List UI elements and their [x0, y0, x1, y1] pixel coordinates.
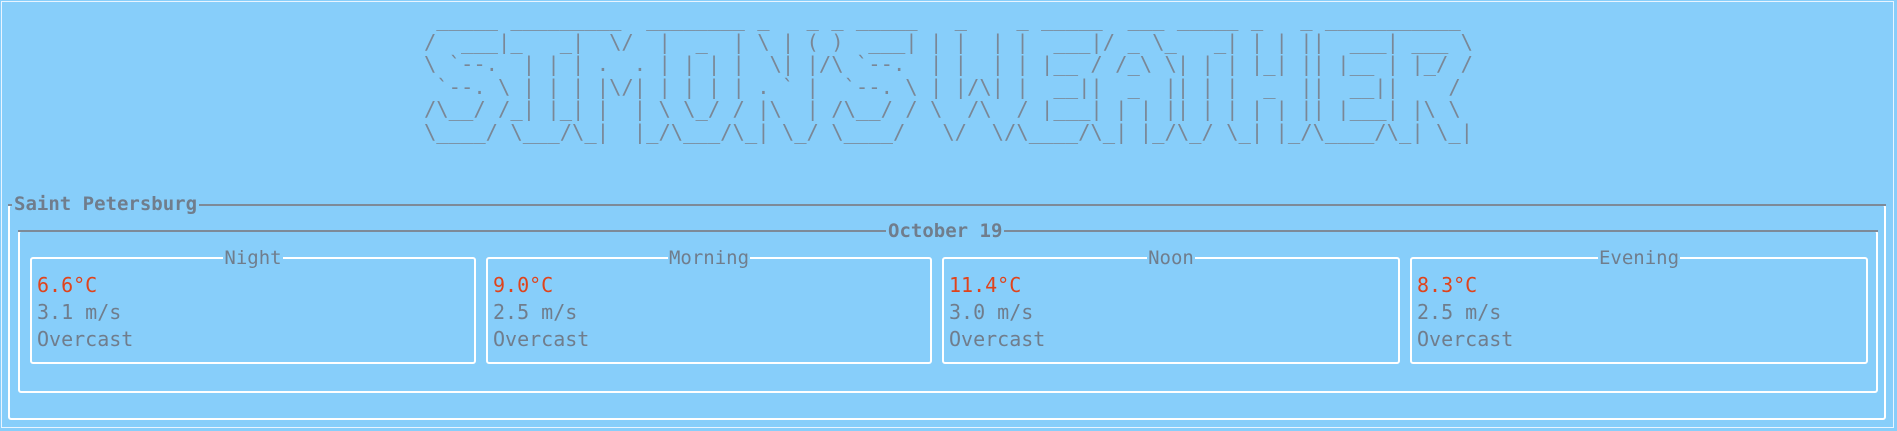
period-card-night: Night 6.6°C 3.1 m/s Overcast: [30, 247, 476, 364]
condition-value: Overcast: [949, 327, 1046, 351]
period-label: Evening: [1597, 247, 1681, 269]
period-card-evening: Evening 8.3°C 2.5 m/s Overcast: [1410, 247, 1868, 364]
period-card-morning: Morning 9.0°C 2.5 m/s Overcast: [486, 247, 932, 364]
temperature-value: 6.6°C: [37, 273, 98, 297]
period-card-noon: Noon 11.4°C 3.0 m/s Overcast: [942, 247, 1400, 364]
banner-line: \ `--. | | | . . | | | | \| |/\ `--. | |…: [423, 52, 1474, 76]
temperature-value: 8.3°C: [1417, 273, 1478, 297]
wind-speed-value: 3.1 m/s: [37, 300, 122, 324]
date-title: October 19: [886, 219, 1005, 243]
banner-line: `--. \ | | | |\/| | | | | . ` | `--. \ |…: [423, 74, 1474, 99]
city-title: Saint Petersburg: [12, 192, 200, 216]
banner-line: _____ _________ ________ _ _ _ _____ _ _…: [423, 7, 1474, 31]
period-label: Noon: [1147, 247, 1195, 269]
condition-value: Overcast: [493, 327, 590, 351]
wind-speed-value: 2.5 m/s: [1417, 300, 1502, 324]
wind-speed-value: 3.0 m/s: [949, 300, 1034, 324]
temperature-value: 11.4°C: [949, 273, 1022, 297]
condition-value: Overcast: [1417, 327, 1514, 351]
banner-line: / ___|_ _| \/ | _ | \ | ( ) ___| | | | |…: [423, 29, 1474, 54]
banner-line: /\__/ /_| |_| | | \ \_/ / |\ | /\__/ / \…: [423, 97, 1474, 121]
period-label: Night: [223, 247, 283, 269]
banner-line: \____/ \___/\_| |_/\___/\_| \_/ \____/ \…: [423, 119, 1474, 144]
wind-speed-value: 2.5 m/s: [493, 300, 578, 324]
condition-value: Overcast: [37, 327, 134, 351]
period-label: Morning: [667, 247, 751, 269]
ascii-art-banner: _____ _________ ________ _ _ _ _____ _ _…: [0, 8, 1897, 143]
temperature-value: 9.0°C: [493, 273, 554, 297]
